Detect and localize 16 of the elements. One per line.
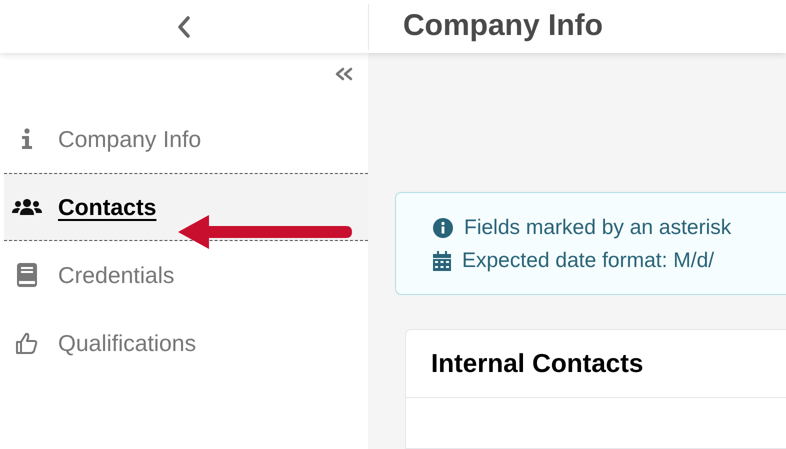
info-icon [433,218,453,238]
back-icon[interactable] [177,16,191,38]
collapse-icon[interactable] [334,67,354,81]
book-icon [16,262,38,288]
people-icon [12,198,42,216]
card-title: Internal Contacts [431,347,644,380]
thumbs-up-icon [15,331,39,355]
sidebar-item[interactable]: Credentials [4,241,368,309]
page-title: Company Info [403,8,603,44]
sidebar-item[interactable]: Qualifications [4,309,368,377]
notice-text: Expected date format: M/d/ [462,248,714,274]
notice-text: Fields marked by an asterisk [464,214,732,241]
sidebar-item[interactable]: Company Info [4,105,368,173]
info-icon [21,128,33,150]
calendar-icon [433,250,451,270]
sidebar-item[interactable]: Contacts [4,173,368,241]
